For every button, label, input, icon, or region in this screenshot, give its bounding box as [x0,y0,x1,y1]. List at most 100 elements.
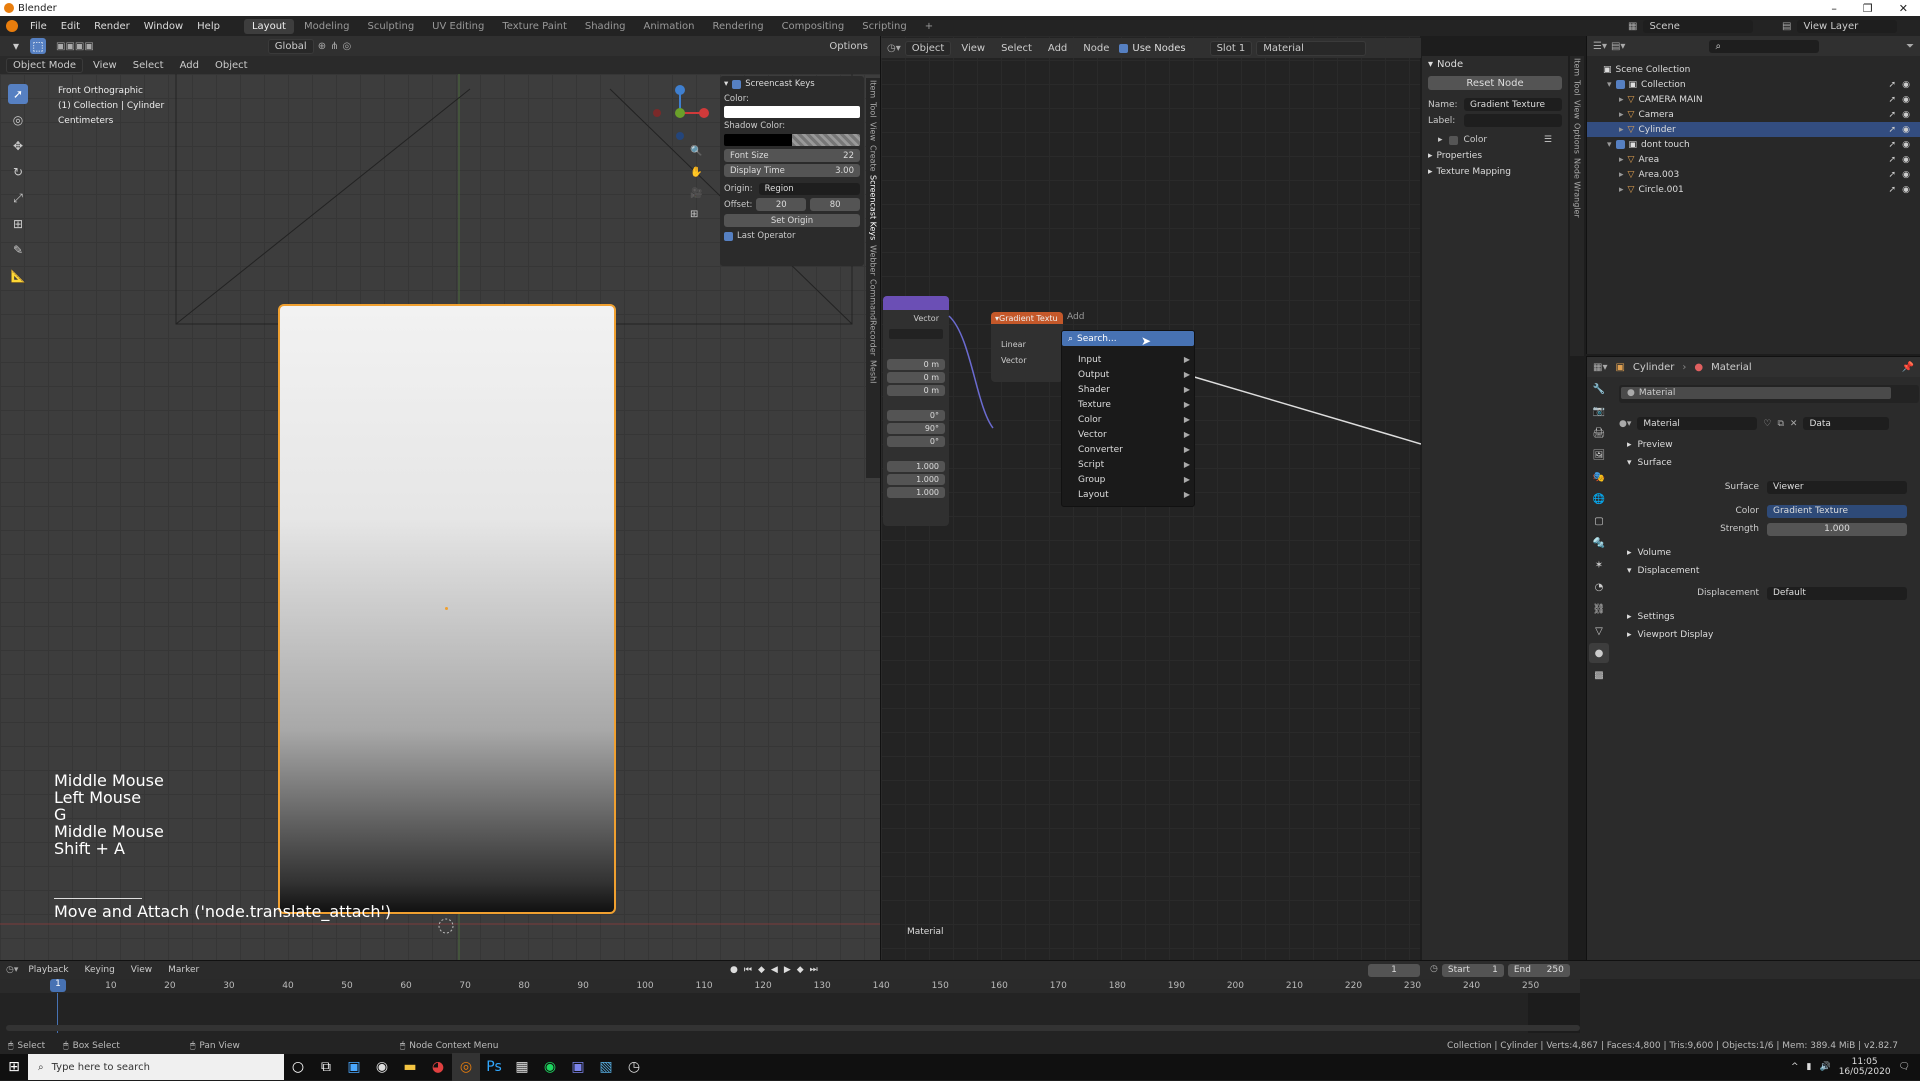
object-mode-dropdown[interactable]: Object Mode [6,57,83,73]
list-icon[interactable]: ☰ [1544,135,1552,145]
expand-arrow-icon[interactable]: ▸ [1619,125,1624,135]
blender-menu-icon[interactable] [6,20,18,32]
expand-arrow-icon[interactable]: ▸ [1619,170,1624,180]
color-input-dropdown[interactable]: Gradient Texture [1767,504,1907,518]
expand-arrow-icon[interactable]: ▾ [1607,80,1612,90]
expand-arrow-icon[interactable]: ▸ [1619,155,1624,165]
data-tab-icon[interactable]: ▽ [1589,621,1609,641]
editor-type-icon[interactable]: ▾ [6,36,26,56]
displacement-dropdown[interactable]: Default [1767,586,1907,600]
menu-item-texture[interactable]: Texture ▶ [1062,397,1194,412]
outliner-scene-collection[interactable]: ▣ Scene Collection [1587,62,1920,77]
sidetab-meshi[interactable]: MeshI [869,358,878,385]
expand-arrow-icon[interactable]: ▸ [1619,110,1624,120]
menu-item-converter[interactable]: Converter ▶ [1062,442,1194,457]
world-tab-icon[interactable]: 🌐 [1589,489,1609,509]
next-key-icon[interactable]: ◆ [797,965,804,975]
tool-tab-icon[interactable]: 🔧 [1589,379,1609,399]
tab-compositing[interactable]: Compositing [774,19,853,34]
zoom-icon[interactable]: 🔍 [690,146,702,157]
playhead[interactable]: 1 [50,979,66,992]
strength-field[interactable]: 1.000 [1767,522,1907,536]
jump-end-icon[interactable]: ⏭ [810,965,818,975]
fake-user-icon[interactable]: ♡ [1763,419,1771,429]
sidetab-create[interactable]: Create [869,143,878,174]
blender-taskbar-icon[interactable]: ◎ [452,1053,480,1081]
collapse-arrow-icon[interactable]: ▾ [724,79,728,89]
selectable-arrow-icon[interactable]: ➚ [1888,125,1896,135]
timeline-type-icon[interactable]: ◷▾ [6,965,18,975]
scene-selector[interactable]: Scene [1643,19,1754,33]
visibility-eye-icon[interactable]: ◉ [1902,95,1910,105]
taskbar-search-box[interactable]: ⌕ Type here to search [28,1054,284,1080]
add-workspace-icon[interactable]: + [917,19,941,34]
menu-item-vector[interactable]: Vector ▶ [1062,427,1194,442]
app-icon[interactable]: ▧ [592,1053,620,1081]
file-explorer-icon[interactable]: ▬ [396,1053,424,1081]
display-time-field[interactable]: Display Time 3.00 [724,164,860,177]
menu-window[interactable]: Window [138,19,189,34]
sidetab-item[interactable]: Item [869,78,878,100]
set-origin-button[interactable]: Set Origin [724,214,860,227]
constraints-tab-icon[interactable]: ⛓ [1589,599,1609,619]
end-frame-field[interactable]: End 250 [1507,963,1570,977]
link-data-dropdown[interactable]: Data [1803,417,1890,430]
timeline-ruler[interactable]: 10 20 30 40 50 60 70 80 90 100 110 120 130 140 150 160 1… [0,979,1580,993]
visibility-eye-icon[interactable]: ◉ [1902,125,1910,135]
visibility-eye-icon[interactable]: ◉ [1902,80,1910,90]
selectable-arrow-icon[interactable]: ➚ [1888,80,1896,90]
cortana-icon[interactable]: ○ [284,1053,312,1081]
volume-icon[interactable]: 🔊 [1819,1062,1830,1072]
expand-arrow-icon[interactable]: ▸ [1619,185,1624,195]
windows-start-icon[interactable]: ⊞ [0,1053,28,1081]
selectable-arrow-icon[interactable]: ➚ [1888,110,1896,120]
offset-y-field[interactable]: 80 [810,198,860,211]
node-sidetab-wrangler[interactable]: Node Wrangler [1573,156,1582,220]
render-tab-icon[interactable]: 📷 [1589,401,1609,421]
node-sidetab-tool[interactable]: Tool [1573,78,1582,98]
collapse-arrow-icon[interactable]: ▾ [1428,59,1433,70]
task-view-icon[interactable]: ⧉ [312,1053,340,1081]
surface-shader-dropdown[interactable]: Viewer [1767,480,1907,494]
orientation-dropdown[interactable]: Global [267,38,314,54]
viewport-menu-add[interactable]: Add [174,59,205,72]
node-label-field[interactable] [1464,114,1562,127]
selectable-arrow-icon[interactable]: ➚ [1888,140,1896,150]
unlink-icon[interactable]: ✕ [1790,419,1798,429]
outliner-row[interactable]: ▾ ▣ dont touch ➚ ◉ [1587,137,1920,152]
expand-arrow-icon[interactable]: ▾ [1607,140,1612,150]
selectable-arrow-icon[interactable]: ➚ [1888,95,1896,105]
menu-item-layout[interactable]: Layout ▶ [1062,487,1194,502]
current-frame-field[interactable]: 1 [1368,963,1420,977]
visibility-eye-icon[interactable]: ◉ [1902,140,1910,150]
network-icon[interactable]: ▮ [1807,1062,1812,1072]
visibility-eye-icon[interactable]: ◉ [1902,185,1910,195]
preview-section[interactable]: ▸ Preview [1619,436,1919,454]
tray-chevron-icon[interactable]: ^ [1791,1062,1799,1072]
tab-texture-paint[interactable]: Texture Paint [494,19,575,34]
select-box-icon[interactable]: ⬚ [30,38,46,54]
reset-node-button[interactable]: Reset Node [1428,76,1562,90]
collapse-arrow-icon[interactable]: ▸ [1428,167,1433,177]
outliner-row[interactable]: ▸ ▽ Area.003 ➚ ◉ [1587,167,1920,182]
viewport-3d[interactable]: Object Mode View Select Add Object ▾ ⬚ ▣… [0,36,880,960]
select-mode-icons[interactable]: ▣▣▣▣ [56,41,94,52]
clock-time[interactable]: 11:05 [1852,1057,1878,1067]
color-checkbox[interactable] [1448,135,1458,145]
scale-tool-icon[interactable]: ⤢ [8,188,28,208]
material-name-field[interactable]: Material [1637,417,1758,430]
record-icon[interactable]: ● [730,965,738,975]
cursor-tool-icon[interactable]: ◎ [8,110,28,130]
outliner-row[interactable]: ▸ ▽ Circle.001 ➚ ◉ [1587,182,1920,197]
displacement-section[interactable]: ▾ Displacement [1619,562,1919,580]
tab-scripting[interactable]: Scripting [854,19,914,34]
sidetab-screencast[interactable]: Screencast Keys [869,173,878,242]
menu-help[interactable]: Help [191,19,226,34]
outliner-row[interactable]: ▾ ▣ Collection ➚ ◉ [1587,77,1920,92]
ortho-grid-icon[interactable]: ⊞ [690,209,702,220]
exclude-checkbox[interactable] [1615,80,1625,89]
spotify-icon[interactable]: ◉ [536,1053,564,1081]
properties-section[interactable]: ▸ Properties [1428,151,1562,161]
outliner-row[interactable]: ▸ ▽ Camera ➚ ◉ [1587,107,1920,122]
origin-dropdown[interactable]: Region [758,183,860,195]
